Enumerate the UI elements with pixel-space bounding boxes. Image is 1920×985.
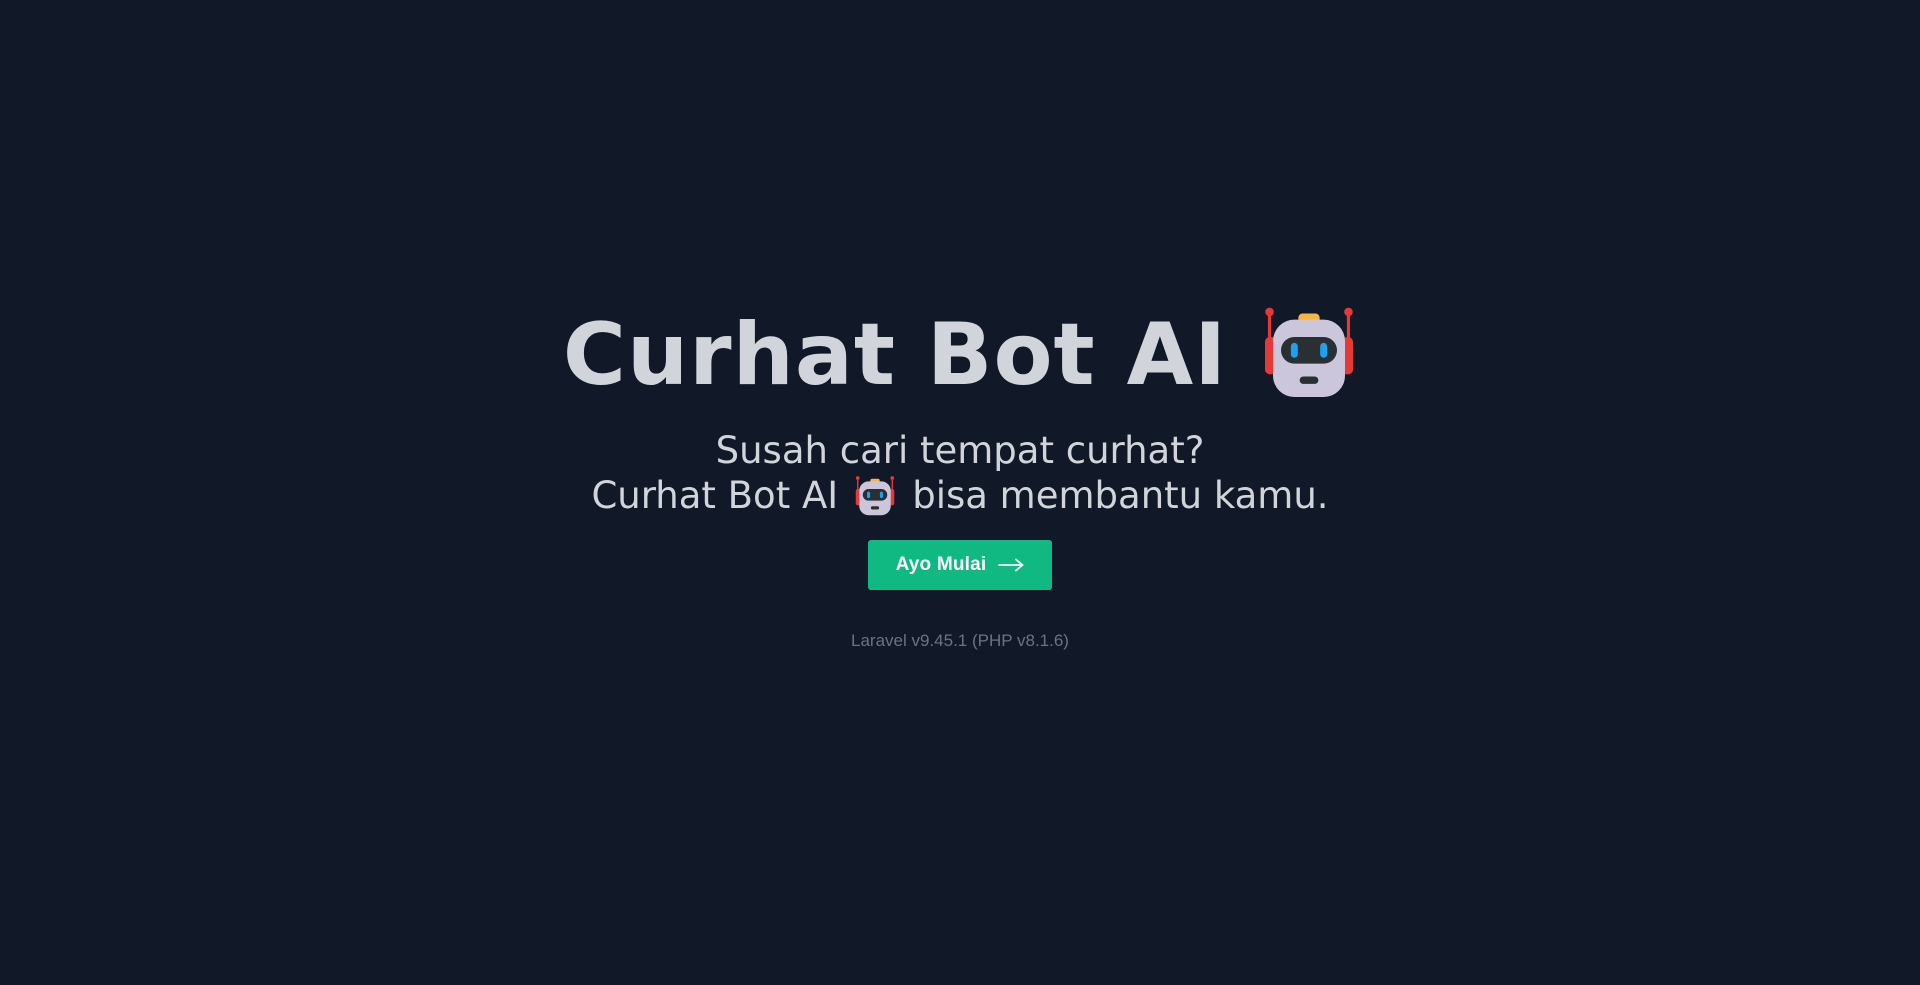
subtitle-prefix: Curhat Bot AI [591, 474, 839, 517]
subtitle-line-1: Susah cari tempat curhat? [591, 428, 1328, 473]
version-info: Laravel v9.45.1 (PHP v8.1.6) [851, 631, 1069, 650]
subtitle: Susah cari tempat curhat? Curhat Bot AI [591, 428, 1328, 518]
start-button[interactable]: Ayo Mulai [868, 540, 1052, 590]
page: Curhat Bot AI Susah cari tempat curhat? … [0, 0, 1920, 985]
title-row: Curhat Bot AI [563, 300, 1357, 410]
start-button-label: Ayo Mulai [895, 554, 987, 575]
page-title: Curhat Bot AI [562, 305, 1228, 405]
hero-section: Curhat Bot AI Susah cari tempat curhat? … [0, 300, 1920, 651]
robot-icon [1265, 307, 1354, 397]
subtitle-suffix: bisa membantu kamu. [912, 474, 1329, 517]
arrow-right-icon [998, 558, 1024, 572]
subtitle-line-2: Curhat Bot AI bisa membantu kamu. [591, 473, 1328, 518]
subtitle-text-1: Susah cari tempat curhat? [715, 429, 1205, 472]
robot-icon [855, 475, 895, 515]
